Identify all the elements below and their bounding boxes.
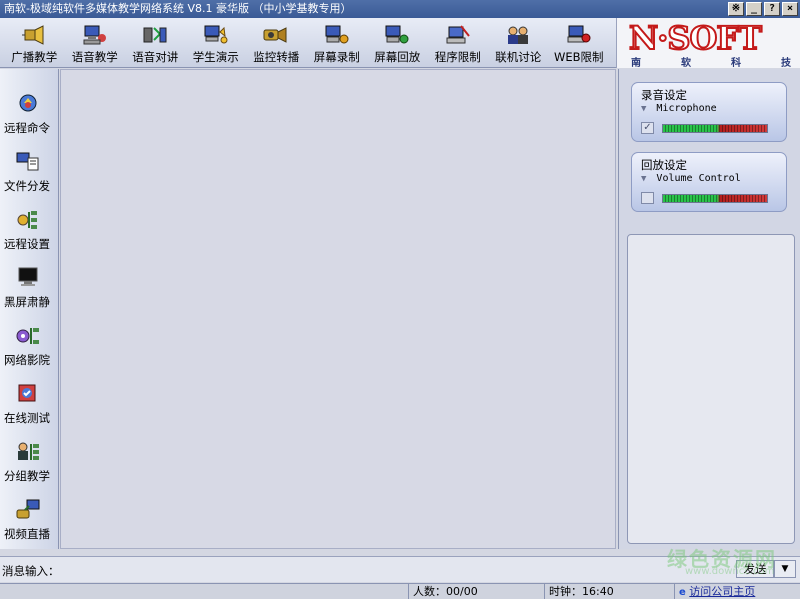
playback-device-name: Volume Control bbox=[656, 173, 741, 184]
sidebar-item-file-distribute[interactable]: 文件分发 bbox=[0, 141, 59, 199]
sidebar-item-label: 远程设置 bbox=[4, 237, 50, 251]
monitor-relay-icon bbox=[263, 24, 289, 46]
toolbar-label: 程序限制 bbox=[434, 50, 481, 64]
record-mute-checkbox[interactable]: ✓ bbox=[641, 122, 654, 134]
sidebar-item-remote-settings[interactable]: 远程设置 bbox=[0, 199, 59, 257]
chevron-down-icon: ▼ bbox=[781, 564, 789, 574]
record-level-meter[interactable] bbox=[662, 124, 768, 133]
sidebar-item-label: 文件分发 bbox=[4, 179, 50, 193]
toolbar-broadcast-teaching[interactable]: 广播教学 bbox=[4, 18, 65, 68]
message-input-label: 消息输入： bbox=[2, 564, 60, 578]
student-workspace[interactable] bbox=[60, 69, 616, 549]
logo-char: 软 bbox=[681, 58, 691, 69]
voice-intercom-icon bbox=[142, 24, 168, 46]
toolbar-label: 监控转播 bbox=[253, 50, 300, 64]
playback-level-meter[interactable] bbox=[662, 194, 768, 203]
sidebar-item-group-teaching[interactable]: 分组教学 bbox=[0, 431, 59, 489]
logo-char: 技 bbox=[781, 58, 791, 69]
student-demo-icon bbox=[203, 24, 229, 46]
help-button[interactable]: ? bbox=[764, 2, 780, 16]
toolbar-online-discussion[interactable]: 联机讨论 bbox=[488, 18, 549, 68]
online-test-icon bbox=[14, 381, 42, 405]
sidebar-item-remote-command[interactable]: 远程命令 bbox=[0, 83, 59, 141]
toolbar-monitor-relay[interactable]: 监控转播 bbox=[246, 18, 307, 68]
clock: 时钟：16:40 bbox=[544, 584, 674, 599]
window-title: 南软-极域纯软件多媒体教学网络系统 V8.1 豪华版 （中小学基教专用） bbox=[4, 2, 352, 15]
sidebar-item-video-live[interactable]: 视频直播 bbox=[0, 489, 59, 547]
sidebar-item-label: 黑屏肃静 bbox=[4, 295, 50, 309]
playback-mute-checkbox[interactable] bbox=[641, 192, 654, 204]
toolbar-voice-intercom[interactable]: 语音对讲 bbox=[125, 18, 186, 68]
minimize-button[interactable]: _ bbox=[746, 2, 762, 16]
toolbar-voice-teaching[interactable]: 语音教学 bbox=[65, 18, 126, 68]
sidebar-item-label: 网络影院 bbox=[4, 353, 50, 367]
window-controls: ※ _ ? × bbox=[728, 2, 798, 16]
logo-subtitle: 南 软 科 技 bbox=[631, 54, 791, 69]
toolbar-label: 语音教学 bbox=[71, 50, 118, 64]
file-distribute-icon bbox=[14, 149, 42, 173]
logo-char: 南 bbox=[631, 58, 641, 69]
sidebar-item-label: 远程命令 bbox=[4, 121, 50, 135]
sidebar-item-network-cinema[interactable]: 网络影院 bbox=[0, 315, 59, 373]
toolbar-label: 语音对讲 bbox=[132, 50, 179, 64]
skin-button[interactable]: ※ bbox=[728, 2, 744, 16]
chevron-down-icon: ▼ bbox=[641, 173, 647, 184]
student-count: 人数：00/00 bbox=[408, 584, 544, 599]
playback-settings-title: 回放设定 bbox=[641, 158, 687, 172]
video-live-icon bbox=[14, 497, 42, 521]
broadcast-icon bbox=[21, 24, 47, 46]
sidebar-item-label: 视频直播 bbox=[4, 527, 50, 541]
remote-command-icon bbox=[14, 91, 42, 115]
sidebar-item-black-screen[interactable]: 黑屏肃静 bbox=[0, 257, 59, 315]
title-bar: 南软-极域纯软件多媒体教学网络系统 V8.1 豪华版 （中小学基教专用） ※ _… bbox=[0, 0, 800, 18]
logo-mark: N·SOFT bbox=[628, 19, 763, 57]
toolbar-program-limit[interactable]: 程序限制 bbox=[428, 18, 489, 68]
close-button[interactable]: × bbox=[782, 2, 798, 16]
toolbar-screen-playback[interactable]: 屏幕回放 bbox=[367, 18, 428, 68]
company-home-link[interactable]: e 访问公司主页 bbox=[674, 584, 800, 599]
web-limit-icon bbox=[566, 24, 592, 46]
record-settings-group: 录音设定 ▼ Microphone ✓ bbox=[631, 82, 787, 142]
playback-device-select[interactable]: ▼ Volume Control bbox=[641, 173, 741, 184]
remote-settings-icon bbox=[14, 207, 42, 231]
record-settings-title: 录音设定 bbox=[641, 88, 687, 102]
toolbar-screen-record[interactable]: 屏幕录制 bbox=[307, 18, 368, 68]
toolbar-label: WEB限制 bbox=[553, 50, 604, 64]
program-limit-icon bbox=[445, 24, 471, 46]
message-input-bar: 消息输入： 发送 ▼ bbox=[0, 556, 800, 582]
sidebar-item-label: 分组教学 bbox=[4, 469, 50, 483]
status-bar: 人数：00/00 时钟：16:40 e 访问公司主页 bbox=[0, 583, 800, 599]
toolbar-web-limit[interactable]: WEB限制 bbox=[549, 18, 610, 68]
network-cinema-icon bbox=[14, 323, 42, 347]
chevron-down-icon: ▼ bbox=[641, 103, 647, 114]
toolbar-student-demo[interactable]: 学生演示 bbox=[186, 18, 247, 68]
company-home-link-text: 访问公司主页 bbox=[689, 585, 756, 598]
nsoft-logo: N·SOFT 南 软 科 技 bbox=[616, 18, 800, 69]
toolbar-label: 广播教学 bbox=[11, 50, 58, 64]
record-device-name: Microphone bbox=[656, 103, 717, 114]
right-panel: 录音设定 ▼ Microphone ✓ 回放设定 ▼ Volume Contro… bbox=[618, 69, 800, 549]
toolbar-label: 学生演示 bbox=[192, 50, 239, 64]
playback-settings-group: 回放设定 ▼ Volume Control bbox=[631, 152, 787, 212]
send-dropdown-button[interactable]: ▼ bbox=[774, 560, 796, 578]
left-sidebar: 远程命令 文件分发 远程设置 黑屏肃静 网络影院 在线测试 分组教学 视频直播 bbox=[0, 69, 59, 549]
sidebar-item-label: 在线测试 bbox=[4, 411, 50, 425]
screen-record-icon bbox=[324, 24, 350, 46]
black-screen-icon bbox=[14, 265, 42, 289]
online-discussion-icon bbox=[505, 24, 531, 46]
record-device-select[interactable]: ▼ Microphone bbox=[641, 103, 717, 114]
voice-teaching-icon bbox=[82, 24, 108, 46]
toolbar-label: 屏幕录制 bbox=[313, 50, 360, 64]
toolbar-label: 联机讨论 bbox=[495, 50, 542, 64]
message-display-box[interactable] bbox=[627, 234, 795, 544]
send-button[interactable]: 发送 bbox=[736, 560, 774, 578]
sidebar-item-online-test[interactable]: 在线测试 bbox=[0, 373, 59, 431]
toolbar-label: 屏幕回放 bbox=[374, 50, 421, 64]
ie-icon: e bbox=[679, 587, 686, 598]
group-teaching-icon bbox=[14, 439, 42, 463]
screen-playback-icon bbox=[384, 24, 410, 46]
main-toolbar: 广播教学 语音教学 语音对讲 学生演示 监控转播 屏幕录制 屏幕回放 程序限制 … bbox=[0, 18, 616, 68]
logo-char: 科 bbox=[731, 58, 741, 69]
